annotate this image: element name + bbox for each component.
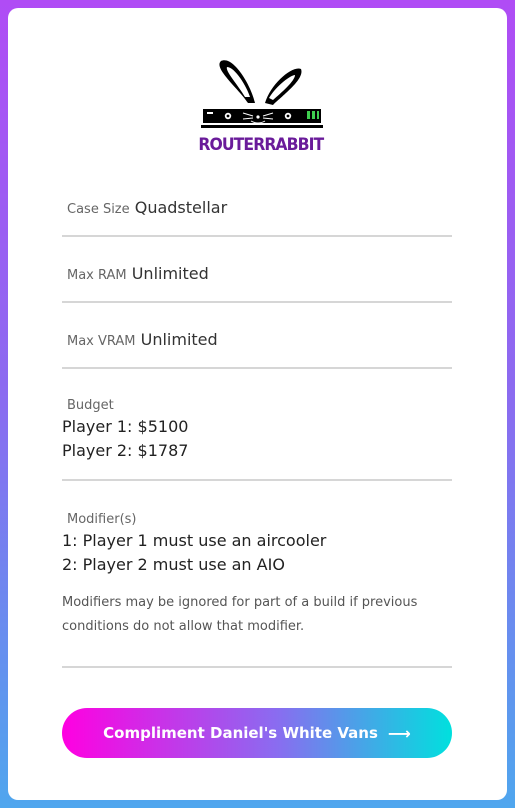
case-size-field: Case Size Quadstellar [62,198,452,237]
max-ram-field: Max RAM Unlimited [62,264,452,303]
routerrabbit-logo: ROUTERRABBIT [193,53,328,163]
modifier-note-line: conditions do not allow that modifier. [62,619,305,634]
compliment-button-label: Compliment Daniel's White Vans [103,724,378,742]
max-vram-field: Max VRAM Unlimited [62,330,452,369]
max-vram-label: Max VRAM [67,334,136,349]
modifiers-label: Modifier(s) [67,512,137,527]
budget-field: Budget Player 1: $5100 Player 2: $1787 [62,398,452,481]
rabbit-router-icon [201,60,323,128]
budget-line: Player 2: $1787 [62,441,189,460]
max-ram-value: Unlimited [131,264,209,283]
arrow-right-icon: ⟶ [387,723,411,743]
max-vram-value: Unlimited [140,330,218,349]
modifier-line: 1: Player 1 must use an aircooler [62,531,327,550]
case-size-value: Quadstellar [134,198,228,217]
budget-line: Player 1: $5100 [62,417,189,436]
max-ram-label: Max RAM [67,268,127,283]
compliment-button[interactable]: Compliment Daniel's White Vans ⟶ [62,708,452,758]
case-size-label: Case Size [67,202,130,217]
modifiers-field: Modifier(s) 1: Player 1 must use an airc… [62,512,452,668]
modifier-line: 2: Player 2 must use an AIO [62,555,285,574]
form-card: ROUTERRABBIT Case Size Quadstellar Max R… [8,8,507,800]
budget-label: Budget [67,398,114,413]
modifier-note-line: Modifiers may be ignored for part of a b… [62,595,418,610]
brand-name: ROUTERRABBIT [198,135,324,155]
